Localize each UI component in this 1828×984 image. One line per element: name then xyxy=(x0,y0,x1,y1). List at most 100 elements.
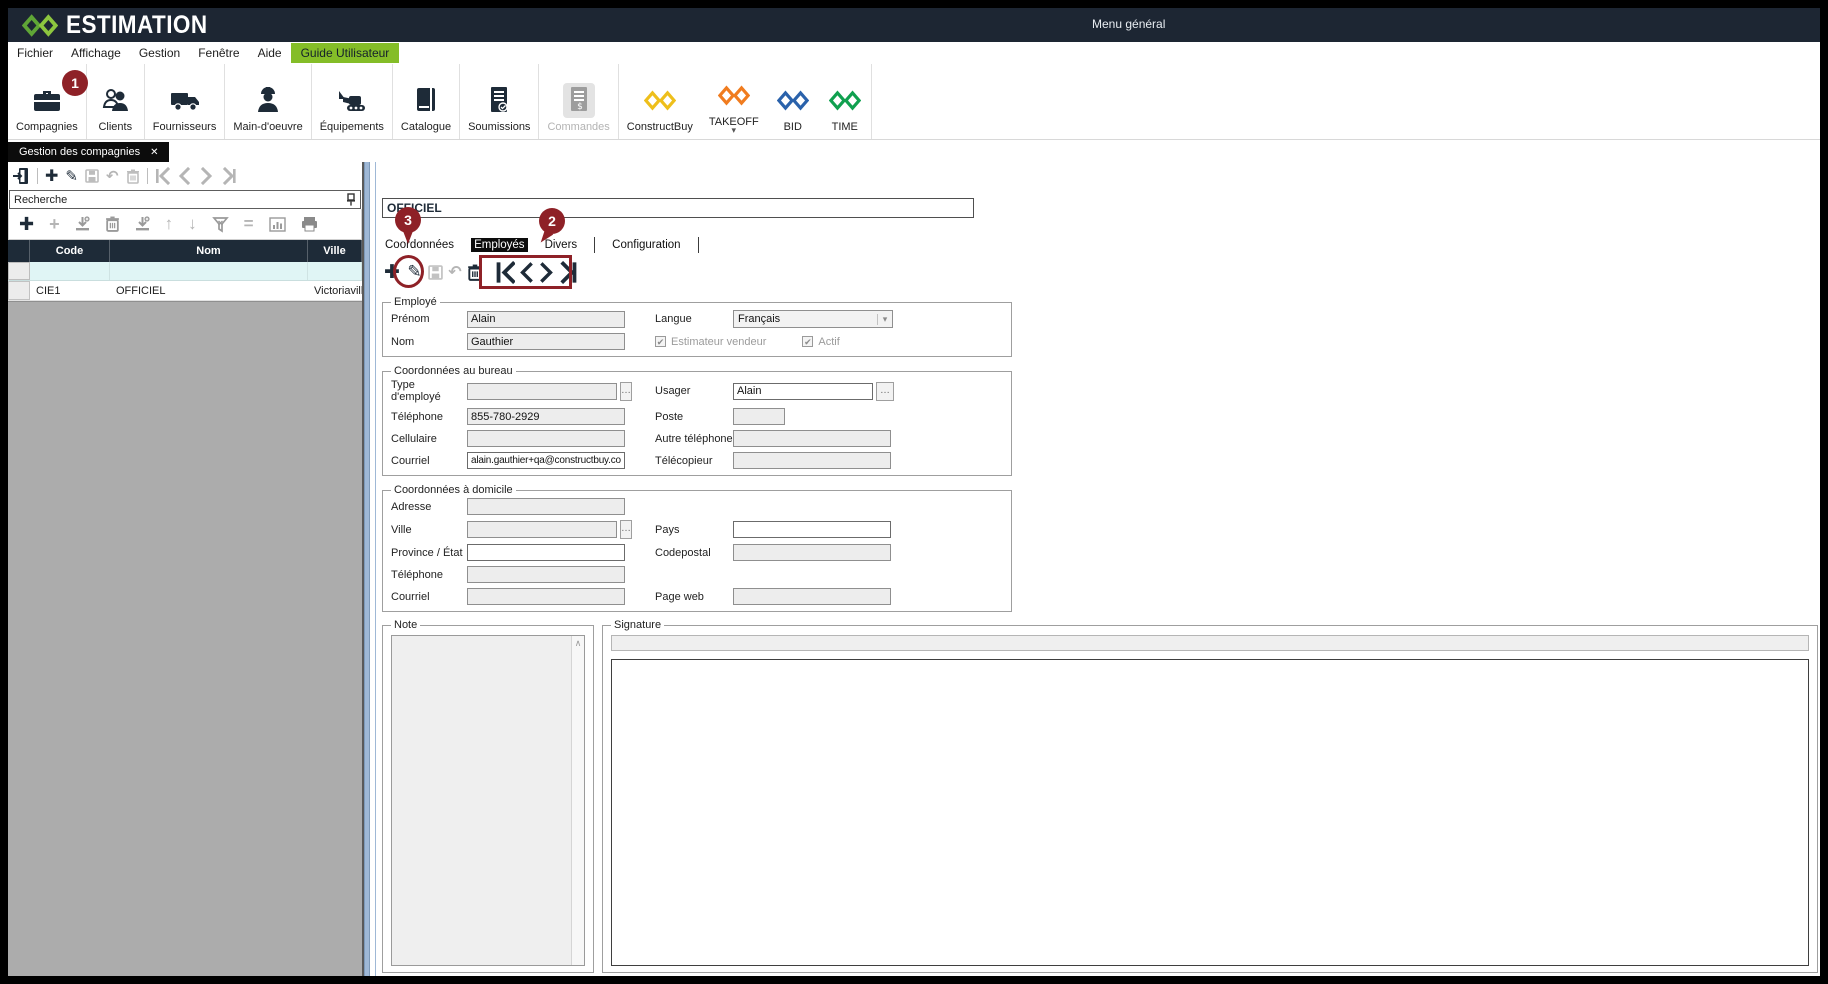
first-record-icon[interactable] xyxy=(155,167,170,185)
chevron-down-icon: ▾ xyxy=(877,314,892,325)
toolbar-separator xyxy=(37,168,38,184)
toolbar-soumissions-button[interactable]: Soumissions xyxy=(460,64,539,139)
panel-splitter[interactable] xyxy=(364,162,376,976)
adresse-field[interactable] xyxy=(467,498,625,515)
toolbar-button-label: Compagnies xyxy=(16,121,78,133)
courriel-bureau-field[interactable] xyxy=(467,452,625,469)
filter-nom-cell[interactable] xyxy=(110,262,308,280)
note-signature-row: Note ∧ Signature xyxy=(382,619,1820,973)
menu-aide[interactable]: Aide xyxy=(249,44,291,62)
annotation-step-3: 3 xyxy=(395,207,421,233)
toolbar-button-label: Fournisseurs xyxy=(153,121,217,133)
toolbar-catalogue-button[interactable]: Catalogue xyxy=(393,64,460,139)
usager-browse-button[interactable]: … xyxy=(876,382,894,401)
telephone-domicile-field[interactable] xyxy=(467,566,625,583)
move-up-icon[interactable]: ↑ xyxy=(165,214,174,234)
cellulaire-field[interactable] xyxy=(467,430,625,447)
signature-canvas[interactable] xyxy=(611,659,1809,966)
toolbar-clients-button[interactable]: Clients xyxy=(87,64,145,139)
group-rows-icon[interactable]: = xyxy=(244,214,254,234)
nom-field[interactable] xyxy=(467,333,625,350)
adresse-label: Adresse xyxy=(391,501,467,513)
toolbar-fournisseurs-button[interactable]: Fournisseurs xyxy=(145,64,226,139)
note-textarea[interactable]: ∧ xyxy=(391,635,585,966)
menu-bar: Fichier Affichage Gestion Fenêtre Aide G… xyxy=(8,42,1820,64)
type-employe-browse-button[interactable]: … xyxy=(620,382,632,401)
row-selector-cell[interactable] xyxy=(8,281,30,300)
note-scrollbar[interactable]: ∧ xyxy=(571,636,584,965)
estimation-infinity-logo-icon xyxy=(22,14,58,37)
header-code[interactable]: Code xyxy=(30,240,110,262)
pays-field[interactable] xyxy=(733,521,891,538)
tab-coordonnees[interactable]: Coordonnées xyxy=(382,238,457,252)
move-down-icon[interactable]: ↓ xyxy=(188,214,197,234)
type-employe-field[interactable] xyxy=(467,383,617,400)
tab-configuration[interactable]: Configuration xyxy=(609,238,683,252)
next-record-icon[interactable] xyxy=(199,167,214,185)
row-nom-cell[interactable]: OFFICIEL xyxy=(110,285,308,297)
search-input[interactable] xyxy=(10,194,342,206)
pays-label: Pays xyxy=(655,524,733,536)
pin-icon[interactable] xyxy=(342,193,360,206)
delete-row-icon[interactable] xyxy=(105,216,120,232)
filter-ville-cell[interactable] xyxy=(308,262,362,280)
poste-field[interactable] xyxy=(733,408,785,425)
menu-fenetre[interactable]: Fenêtre xyxy=(189,44,248,62)
codepostal-field[interactable] xyxy=(733,544,891,561)
tab-employes[interactable]: Employés xyxy=(471,238,528,252)
courriel-domicile-field[interactable] xyxy=(467,588,625,605)
close-tab-icon[interactable]: ✕ xyxy=(150,147,158,158)
add-company-icon[interactable]: ✚ xyxy=(19,214,34,235)
filter-code-cell[interactable] xyxy=(30,262,110,280)
province-field[interactable] xyxy=(467,544,625,561)
toolbar-takeoff-button[interactable]: TAKEOFF ▾ xyxy=(701,64,767,139)
menu-affichage[interactable]: Affichage xyxy=(62,44,130,62)
chart-icon[interactable] xyxy=(269,217,286,232)
toolbar-button-label: Équipements xyxy=(320,121,384,133)
edit-record-icon[interactable]: ✎ xyxy=(65,167,78,185)
last-record-icon[interactable] xyxy=(221,167,236,185)
table-filter-row[interactable] xyxy=(8,262,362,281)
print-icon[interactable] xyxy=(301,216,318,232)
add-record-icon[interactable]: ✚ xyxy=(45,166,58,186)
telephone-bureau-field[interactable] xyxy=(467,408,625,425)
header-ville[interactable]: Ville xyxy=(308,240,362,262)
exit-door-icon[interactable] xyxy=(12,167,30,185)
import-add-icon[interactable] xyxy=(75,216,90,232)
langue-select[interactable]: Français ▾ xyxy=(733,310,893,328)
row-ville-cell[interactable]: Victoriavill xyxy=(308,285,362,297)
takeoff-dropdown-caret-icon[interactable]: ▾ xyxy=(732,128,737,133)
previous-record-icon[interactable] xyxy=(177,167,192,185)
ville-browse-button[interactable]: … xyxy=(620,520,632,539)
toolbar-button-label: Clients xyxy=(98,121,132,133)
filter-selector-cell xyxy=(8,262,30,280)
menu-fichier[interactable]: Fichier xyxy=(8,44,62,62)
add-row-icon[interactable]: + xyxy=(49,214,60,235)
toolbar-constructbuy-button[interactable]: ConstructBuy xyxy=(619,64,701,139)
tab-gestion-des-compagnies[interactable]: Gestion des compagnies ✕ xyxy=(8,142,169,162)
autre-telephone-field[interactable] xyxy=(733,430,891,447)
menu-gestion[interactable]: Gestion xyxy=(130,44,189,62)
estimateur-vendeur-checkbox[interactable]: ✔ Estimateur vendeur xyxy=(655,336,766,348)
table-row[interactable]: CIE1 OFFICIEL Victoriavill xyxy=(8,281,362,301)
signature-toolbar xyxy=(611,635,1809,651)
export-add-icon[interactable] xyxy=(135,216,150,232)
pageweb-field[interactable] xyxy=(733,588,891,605)
toolbar-equipements-button[interactable]: Équipements xyxy=(312,64,393,139)
menu-general-label: Menu général xyxy=(1092,17,1165,31)
scroll-up-icon[interactable]: ∧ xyxy=(575,638,582,648)
toolbar-main-doeuvre-button[interactable]: Main-d'oeuvre xyxy=(225,64,311,139)
company-name-field[interactable]: OFFICIEL xyxy=(382,198,974,218)
row-code-cell[interactable]: CIE1 xyxy=(30,285,110,297)
toolbar-time-button[interactable]: TIME xyxy=(819,64,871,139)
clear-filter-icon[interactable] xyxy=(212,216,229,233)
actif-checkbox[interactable]: ✔ Actif xyxy=(802,336,839,348)
ville-field[interactable] xyxy=(467,521,617,538)
detail-tabs: Coordonnées Employés Divers Configuratio… xyxy=(382,236,1820,254)
header-nom[interactable]: Nom xyxy=(110,240,308,262)
menu-guide-utilisateur[interactable]: Guide Utilisateur xyxy=(291,43,400,63)
usager-field[interactable] xyxy=(733,383,873,400)
toolbar-bid-button[interactable]: BID xyxy=(767,64,819,139)
prenom-field[interactable] xyxy=(467,311,625,328)
telecopieur-field[interactable] xyxy=(733,452,891,469)
